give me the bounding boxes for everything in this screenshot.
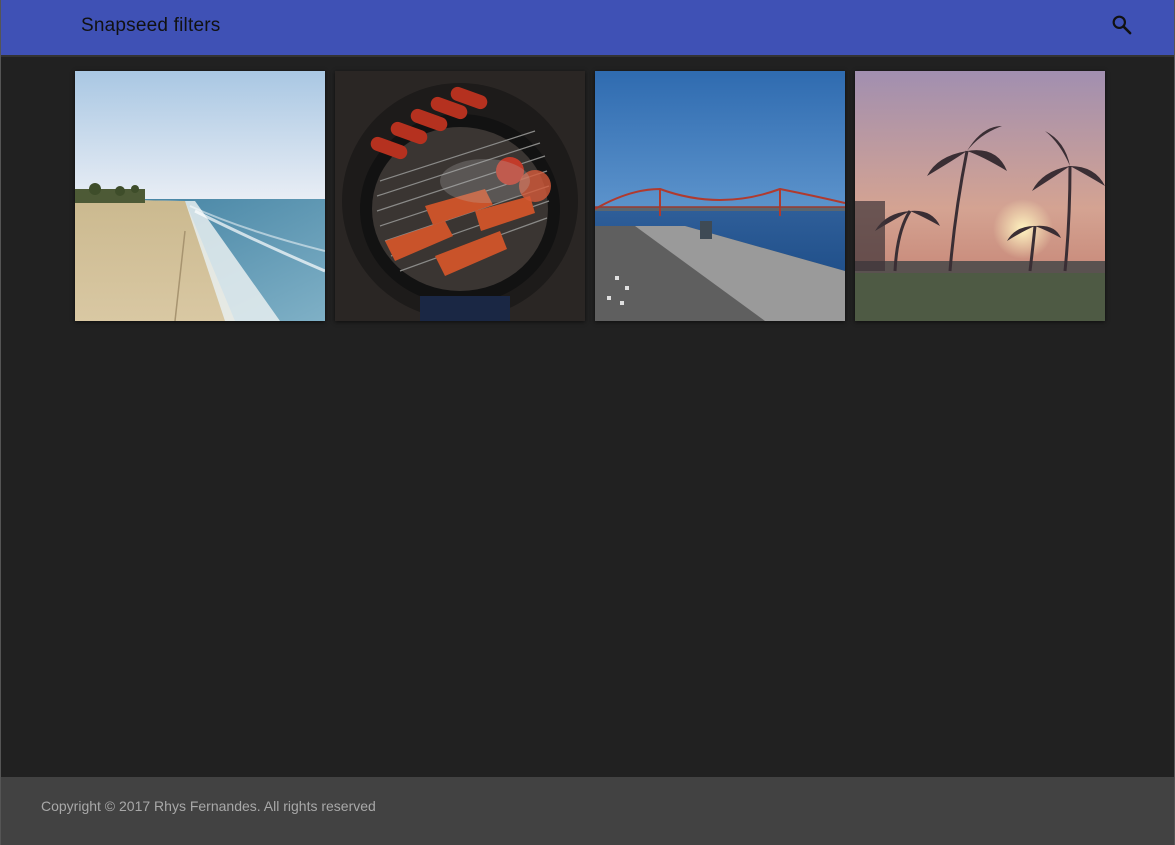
copyright-text: Copyright © 2017 Rhys Fernandes. All rig… [41, 798, 376, 814]
bridge-photo [595, 71, 845, 321]
app-page: Snapseed filters Copyright © 2017 Rhys F… [0, 0, 1175, 845]
barbecue-photo [335, 71, 585, 321]
app-bar: Snapseed filters [1, 0, 1174, 57]
photo-tile-barbecue[interactable] [335, 71, 585, 321]
photo-tile-beach[interactable] [75, 71, 325, 321]
beach-photo [75, 71, 325, 321]
palm-sunset-photo [855, 71, 1105, 321]
search-icon [1112, 15, 1132, 35]
photo-tile-bridge[interactable] [595, 71, 845, 321]
page-title: Snapseed filters [81, 15, 221, 36]
photo-tile-palms[interactable] [855, 71, 1105, 321]
search-button[interactable] [1109, 12, 1135, 38]
page-footer: Copyright © 2017 Rhys Fernandes. All rig… [1, 777, 1174, 845]
